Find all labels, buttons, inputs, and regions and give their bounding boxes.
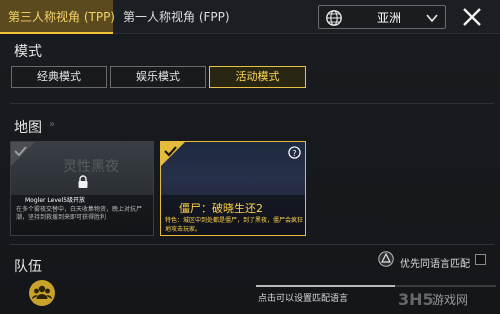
close-icon[interactable] [461,6,483,28]
chevron-down-icon [426,14,438,23]
divider [10,103,494,104]
divider [10,244,494,245]
globe-icon [326,10,342,26]
selected-check-icon [161,142,185,166]
tab-tpp[interactable]: 第三人称视角 (TPP) [0,0,115,34]
language-hint[interactable]: 点击可以设置匹配语言 [258,291,348,304]
progress-fill [256,285,396,287]
language-match-icon [378,251,394,267]
map-card-locked[interactable]: 灵性黑夜 Mogler Level5级开放 在多个雾夜交替中，白天收集物资，晚上… [10,141,154,236]
mode-entertainment-button[interactable]: 娱乐模式 [110,66,206,88]
svg-text:?: ? [292,148,296,158]
mode-classic-button[interactable]: 经典模式 [11,66,107,88]
site-watermark: 游戏网 [432,293,469,307]
region-select[interactable]: 亚洲 [318,5,446,29]
svg-text:3H5: 3H5 [398,290,434,309]
region-value: 亚洲 [377,11,402,25]
double-arrow-icon: » [49,119,56,130]
team-icon [32,285,52,299]
lock-icon [78,175,88,188]
help-icon[interactable]: ? [288,146,301,159]
map-card-title: 僵尸：破晓生还2 [179,202,263,215]
language-progress-bar [256,285,496,287]
match-settings-panel: 第三人称视角 (TPP) 第一人称视角 (FPP) 亚洲 模式 经典模式 娱乐模… [0,0,500,314]
map-card-zombie[interactable]: ? 僵尸：破晓生还2 特色：城区中到处都是僵尸，到了黑夜，僵尸会疯狂地攻击玩家。 [160,141,306,236]
map-card-description: 在多个雾夜交替中，白天收集物资，晚上对抗尸潮，坚持到救援到来即可获得胜利 [16,206,143,221]
mode-heading: 模式 [14,44,42,60]
team-button[interactable] [29,280,55,306]
unselected-corner-icon [11,142,35,166]
team-heading: 队伍 [14,259,42,275]
map-card-watermark: 灵性黑夜 [63,159,119,175]
language-match-label: 优先同语言匹配 [400,259,470,270]
unlock-requirement: Mogler Level5级开放 [25,197,86,204]
mode-event-button[interactable]: 活动模式 [209,66,306,88]
tab-fpp[interactable]: 第一人称视角 (FPP) [115,0,240,34]
language-match-checkbox[interactable] [475,254,486,265]
top-bar: 第三人称视角 (TPP) 第一人称视角 (FPP) 亚洲 [0,0,500,34]
map-card-description: 特色：城区中到处都是僵尸，到了黑夜，僵尸会疯狂地攻击玩家。 [165,217,304,233]
map-heading: 地图 [14,120,42,136]
